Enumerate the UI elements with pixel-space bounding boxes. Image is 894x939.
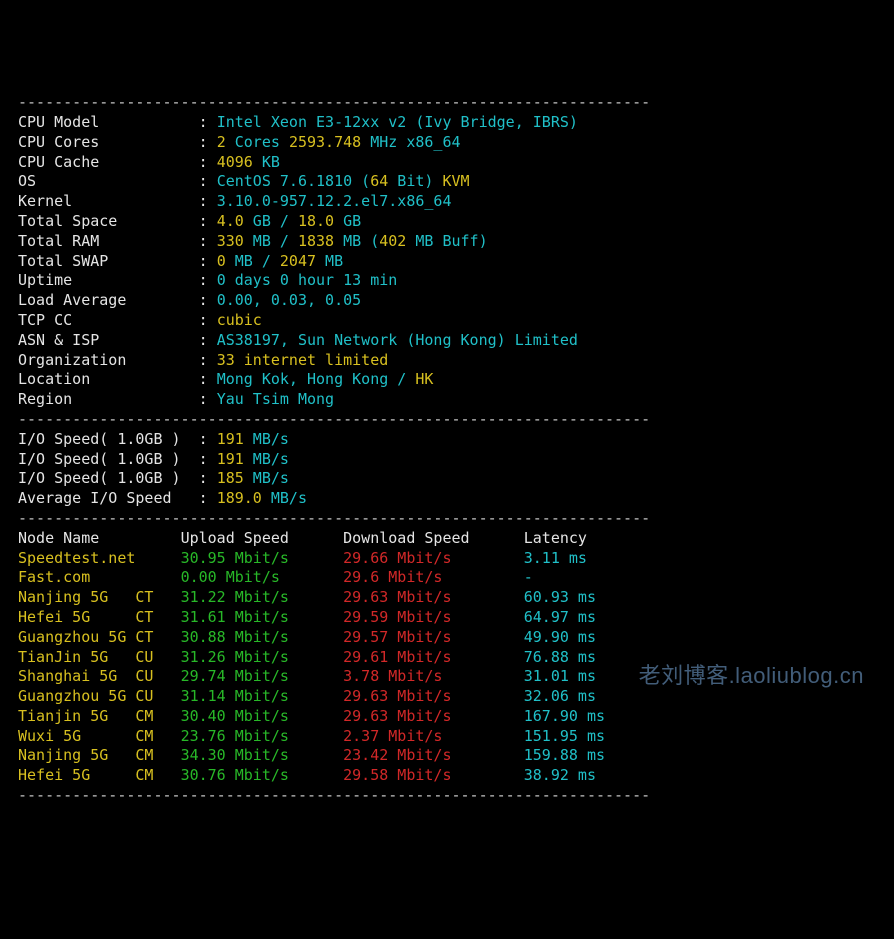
io-row-0: I/O Speed( 1.0GB ) : 191 MB/s xyxy=(18,430,289,448)
speed-row-5: TianJin 5G CU 31.26 Mbit/s 29.61 Mbit/s … xyxy=(18,648,596,666)
sysinfo-row-11: ASN & ISP : AS38197, Sun Network (Hong K… xyxy=(18,331,578,349)
speed-row-11: Hefei 5G CM 30.76 Mbit/s 29.58 Mbit/s 38… xyxy=(18,766,596,784)
speed-row-7: Guangzhou 5G CU 31.14 Mbit/s 29.63 Mbit/… xyxy=(18,687,596,705)
sysinfo-row-2: CPU Cache : 4096 KB xyxy=(18,153,280,171)
sysinfo-row-13: Location : Mong Kok, Hong Kong / HK xyxy=(18,370,433,388)
sysinfo-row-9: Load Average : 0.00, 0.03, 0.05 xyxy=(18,291,361,309)
sysinfo-row-7: Total SWAP : 0 MB / 2047 MB xyxy=(18,252,343,270)
speed-row-3: Hefei 5G CT 31.61 Mbit/s 29.59 Mbit/s 64… xyxy=(18,608,596,626)
sysinfo-row-14: Region : Yau Tsim Mong xyxy=(18,390,334,408)
terminal-output: ----------------------------------------… xyxy=(18,93,876,806)
speed-row-6: Shanghai 5G CU 29.74 Mbit/s 3.78 Mbit/s … xyxy=(18,667,596,685)
sysinfo-row-6: Total RAM : 330 MB / 1838 MB (402 MB Buf… xyxy=(18,232,488,250)
io-row-3: Average I/O Speed : 189.0 MB/s xyxy=(18,489,307,507)
io-row-2: I/O Speed( 1.0GB ) : 185 MB/s xyxy=(18,469,289,487)
speed-row-1: Fast.com 0.00 Mbit/s 29.6 Mbit/s - xyxy=(18,568,533,586)
io-row-1: I/O Speed( 1.0GB ) : 191 MB/s xyxy=(18,450,289,468)
speed-row-8: Tianjin 5G CM 30.40 Mbit/s 29.63 Mbit/s … xyxy=(18,707,605,725)
sysinfo-row-1: CPU Cores : 2 Cores 2593.748 MHz x86_64 xyxy=(18,133,461,151)
speed-header: Node Name Upload Speed Download Speed La… xyxy=(18,529,587,547)
sysinfo-row-3: OS : CentOS 7.6.1810 (64 Bit) KVM xyxy=(18,172,470,190)
sysinfo-row-4: Kernel : 3.10.0-957.12.2.el7.x86_64 xyxy=(18,192,452,210)
sysinfo-row-0: CPU Model : Intel Xeon E3-12xx v2 (Ivy B… xyxy=(18,113,578,131)
speed-row-4: Guangzhou 5G CT 30.88 Mbit/s 29.57 Mbit/… xyxy=(18,628,596,646)
speed-row-10: Nanjing 5G CM 34.30 Mbit/s 23.42 Mbit/s … xyxy=(18,746,605,764)
sysinfo-row-10: TCP CC : cubic xyxy=(18,311,262,329)
sysinfo-row-12: Organization : 33 internet limited xyxy=(18,351,388,369)
speed-row-2: Nanjing 5G CT 31.22 Mbit/s 29.63 Mbit/s … xyxy=(18,588,596,606)
speed-row-0: Speedtest.net 30.95 Mbit/s 29.66 Mbit/s … xyxy=(18,549,587,567)
sysinfo-row-5: Total Space : 4.0 GB / 18.0 GB xyxy=(18,212,361,230)
sysinfo-row-8: Uptime : 0 days 0 hour 13 min xyxy=(18,271,397,289)
speed-row-9: Wuxi 5G CM 23.76 Mbit/s 2.37 Mbit/s 151.… xyxy=(18,727,605,745)
